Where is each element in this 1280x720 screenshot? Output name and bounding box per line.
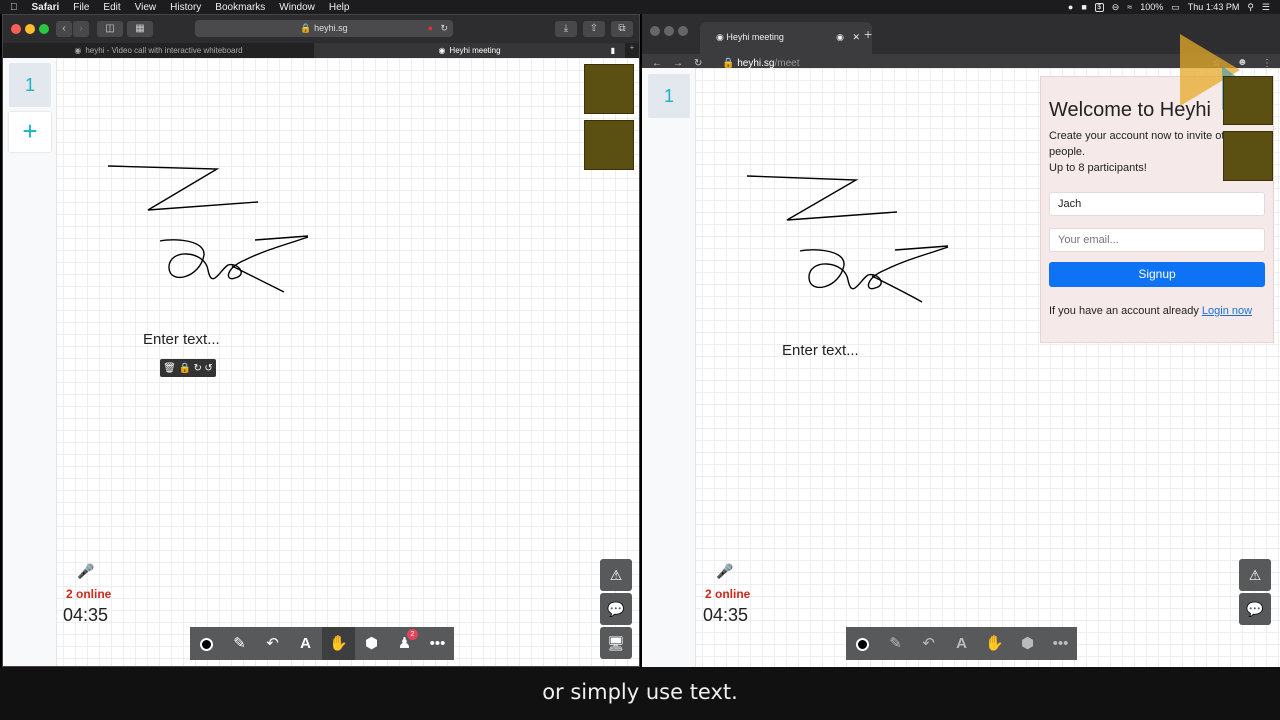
video-tile-1[interactable] [1223, 76, 1273, 125]
lock-icon[interactable]: 🔒 [178, 363, 190, 374]
pencil-icon[interactable]: ✎ [879, 627, 912, 660]
participants-icon[interactable]: ♟ 2 [388, 627, 421, 660]
drawing-toolbar-remote: ✎ ↶ A ✋ ⬢ ••• [846, 627, 1077, 660]
hand-tool-icon[interactable]: ✋ [978, 627, 1011, 660]
undo-icon[interactable]: ↶ [256, 627, 289, 660]
stroke-scribble [159, 235, 309, 293]
online-count: 2 online [66, 587, 112, 601]
signup-button[interactable]: Signup [1049, 262, 1265, 287]
3d-object-icon[interactable]: ⬢ [355, 627, 388, 660]
undo-icon[interactable]: ↶ [912, 627, 945, 660]
undo-icon[interactable]: ↺ [204, 363, 212, 374]
online-count: 2 online [705, 587, 751, 601]
3d-object-icon[interactable]: ⬢ [1011, 627, 1044, 660]
pencil-icon[interactable]: ✎ [223, 627, 256, 660]
more-options-icon[interactable]: ••• [1044, 627, 1077, 660]
chat-button[interactable]: 💬 [600, 593, 632, 625]
report-warning-button[interactable]: ⚠ [600, 559, 632, 591]
participants-badge: 2 [407, 629, 418, 640]
video-tile-1[interactable] [584, 64, 634, 114]
color-picker-button[interactable] [190, 627, 223, 660]
report-warning-button[interactable]: ⚠ [1239, 559, 1271, 591]
color-picker-button[interactable] [846, 627, 879, 660]
hand-tool-icon[interactable]: ✋ [322, 627, 355, 660]
more-options-icon[interactable]: ••• [421, 627, 454, 660]
text-input-box[interactable]: Enter text... [143, 331, 220, 348]
stroke-z [107, 165, 259, 211]
login-prompt-text: If you have an account already [1049, 305, 1199, 317]
login-prompt: If you have an account already Login now [1049, 305, 1265, 317]
login-now-link[interactable]: Login now [1202, 305, 1252, 317]
call-timer: 04:35 [703, 605, 749, 625]
drawing-strokes-left [107, 165, 309, 293]
video-caption: or simply use text. [0, 667, 1280, 720]
microphone-icon[interactable]: 🎤 [715, 563, 735, 580]
stroke-z [746, 175, 898, 221]
video-tile-2[interactable] [1223, 131, 1273, 181]
text-tool-icon[interactable]: A [289, 627, 322, 660]
name-field[interactable]: Jach [1049, 192, 1265, 216]
call-timer: 04:35 [63, 605, 109, 625]
chat-button[interactable]: 💬 [1239, 593, 1271, 625]
redo-icon[interactable]: ↻ [193, 363, 201, 374]
stroke-scribble [799, 245, 949, 303]
text-label-remote: Enter text... [782, 342, 859, 359]
text-controls: 🗑 🔒 ↻ ↺ [160, 359, 216, 377]
email-field[interactable]: Your email... [1049, 228, 1265, 252]
screen-share-button[interactable]: 🖥 [600, 627, 632, 659]
text-tool-icon[interactable]: A [945, 627, 978, 660]
microphone-icon[interactable]: 🎤 [76, 563, 96, 580]
drawing-toolbar: ✎ ↶ A ✋ ⬢ ♟ 2 ••• [190, 627, 454, 660]
trash-icon[interactable]: 🗑 [163, 363, 176, 374]
video-tile-2[interactable] [584, 120, 634, 170]
